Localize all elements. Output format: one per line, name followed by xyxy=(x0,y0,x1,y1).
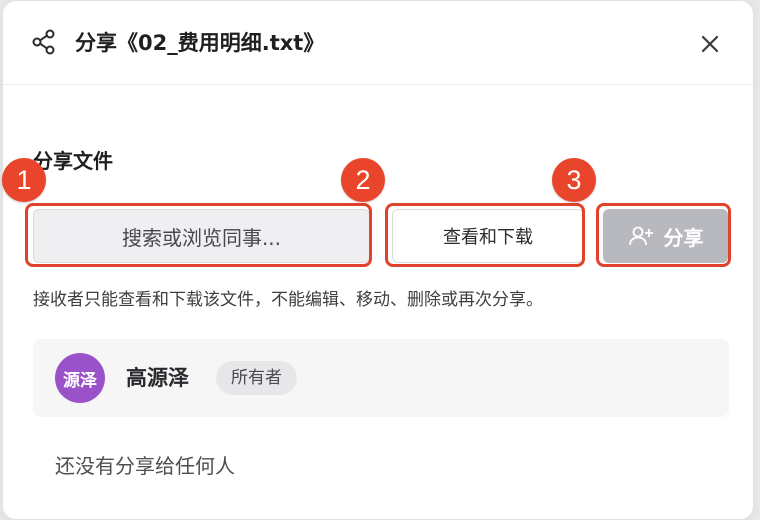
highlight-box-1 xyxy=(25,203,372,267)
marker-2: 2 xyxy=(341,158,385,202)
owner-row: 源泽 高源泽 所有者 xyxy=(33,339,729,417)
highlight-box-2 xyxy=(385,203,585,267)
dialog-title: 分享《02_费用明细.txt》 xyxy=(75,31,325,55)
highlight-box-3 xyxy=(596,203,731,267)
share-icon xyxy=(32,29,55,55)
marker-3: 3 xyxy=(552,158,596,202)
marker-1: 1 xyxy=(2,158,46,202)
close-icon xyxy=(701,35,719,53)
dialog-header: 分享《02_费用明细.txt》 xyxy=(3,1,753,85)
close-button[interactable] xyxy=(693,27,727,61)
permission-hint: 接收者只能查看和下载该文件，不能编辑、移动、删除或再次分享。 xyxy=(33,290,543,310)
owner-badge: 所有者 xyxy=(216,361,297,395)
owner-name: 高源泽 xyxy=(126,366,189,390)
avatar: 源泽 xyxy=(55,353,105,403)
section-label: 分享文件 xyxy=(33,149,113,173)
empty-state-text: 还没有分享给任何人 xyxy=(55,454,235,478)
